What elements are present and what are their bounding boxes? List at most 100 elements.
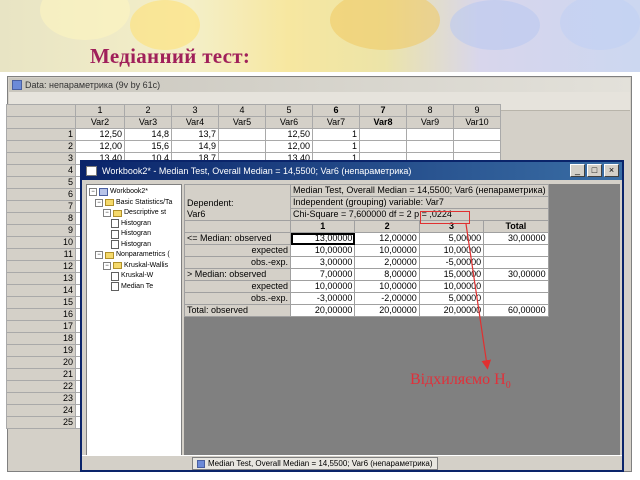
result-cell[interactable]: 8,00000 bbox=[354, 268, 420, 281]
grid-col-name[interactable]: Var7 bbox=[312, 116, 360, 129]
result-cell[interactable]: -2,00000 bbox=[354, 292, 420, 305]
result-cell[interactable]: -5,00000 bbox=[418, 256, 485, 269]
minimize-button[interactable]: _ bbox=[570, 164, 585, 177]
grid-row-number[interactable]: 21 bbox=[6, 368, 76, 381]
result-cell[interactable] bbox=[483, 256, 549, 269]
grid-col-number[interactable]: 4 bbox=[218, 104, 266, 117]
result-col-header[interactable]: Total bbox=[483, 220, 549, 233]
grid-col-name[interactable]: Var10 bbox=[453, 116, 501, 129]
grid-row-number[interactable]: 24 bbox=[6, 404, 76, 417]
median-test-tab[interactable]: Median Test, Overall Median = 14,5500; V… bbox=[192, 457, 438, 470]
grid-row-number[interactable]: 18 bbox=[6, 332, 76, 345]
tree-item[interactable]: − Basic Statistics/Ta bbox=[95, 198, 172, 208]
result-cell[interactable]: 20,00000 bbox=[289, 304, 356, 317]
grid-row-number[interactable]: 23 bbox=[6, 392, 76, 405]
expand-icon[interactable]: − bbox=[95, 251, 103, 259]
result-row-label[interactable]: expected bbox=[184, 280, 291, 293]
grid-cell[interactable]: 12,00 bbox=[265, 140, 313, 153]
grid-row-number[interactable]: 5 bbox=[6, 176, 76, 189]
tree-item[interactable]: Kruskal-W bbox=[111, 271, 153, 281]
expand-icon[interactable]: − bbox=[103, 261, 111, 270]
result-row-label[interactable]: > Median: observed bbox=[184, 268, 291, 281]
maximize-button[interactable]: □ bbox=[587, 164, 602, 177]
grid-cell[interactable]: 13,7 bbox=[171, 128, 219, 141]
grid-cell[interactable] bbox=[218, 128, 266, 141]
close-button[interactable]: × bbox=[604, 164, 619, 177]
grid-row-number[interactable]: 11 bbox=[6, 248, 76, 261]
result-cell[interactable]: 10,00000 bbox=[354, 244, 420, 257]
result-cell[interactable] bbox=[483, 244, 549, 257]
grid-cell[interactable] bbox=[359, 140, 407, 153]
tree-item[interactable]: Histogran bbox=[111, 240, 151, 250]
result-cell[interactable]: 13,00000 bbox=[289, 232, 356, 245]
result-cell[interactable]: 10,00000 bbox=[289, 280, 356, 293]
grid-row-number[interactable]: 8 bbox=[6, 212, 76, 225]
grid-col-number[interactable]: 1 bbox=[75, 104, 125, 117]
grid-col-name[interactable]: Var4 bbox=[171, 116, 219, 129]
grid-cell[interactable]: 1 bbox=[312, 128, 360, 141]
result-cell[interactable]: 10,00000 bbox=[418, 244, 485, 257]
grid-col-name[interactable]: Var6 bbox=[265, 116, 313, 129]
result-cell[interactable]: 30,00000 bbox=[483, 232, 549, 245]
grid-row-number[interactable]: 3 bbox=[6, 152, 76, 165]
grid-row-number[interactable]: 2 bbox=[6, 140, 76, 153]
grid-cell[interactable]: 14,8 bbox=[124, 128, 172, 141]
tree-item[interactable]: − Kruskal-Wallis bbox=[103, 261, 168, 271]
tree-item[interactable]: − Nonparametrics ( bbox=[95, 250, 170, 260]
grid-row-number[interactable]: 9 bbox=[6, 224, 76, 237]
grid-row-number[interactable]: 22 bbox=[6, 380, 76, 393]
grid-col-number[interactable]: 3 bbox=[171, 104, 219, 117]
grid-cell[interactable]: 12,00 bbox=[75, 140, 125, 153]
result-row-label[interactable]: <= Median: observed bbox=[184, 232, 291, 245]
result-cell[interactable]: 2,00000 bbox=[354, 256, 420, 269]
result-cell[interactable] bbox=[483, 292, 549, 305]
result-cell[interactable]: 7,00000 bbox=[289, 268, 356, 281]
grid-row-number[interactable]: 14 bbox=[6, 284, 76, 297]
grid-col-number[interactable]: 7 bbox=[359, 104, 407, 117]
grid-row-number[interactable]: 1 bbox=[6, 128, 76, 141]
result-row-label[interactable]: obs.-exp. bbox=[184, 256, 291, 269]
grid-row-number[interactable]: 6 bbox=[6, 188, 76, 201]
grid-cell[interactable]: 1 bbox=[312, 140, 360, 153]
grid-cell[interactable]: 12,50 bbox=[265, 128, 313, 141]
grid-col-name[interactable]: Var9 bbox=[406, 116, 454, 129]
grid-row-number[interactable]: 19 bbox=[6, 344, 76, 357]
result-col-header[interactable]: 1 bbox=[289, 220, 356, 233]
grid-row-number[interactable]: 7 bbox=[6, 200, 76, 213]
grid-cell[interactable] bbox=[359, 128, 407, 141]
result-cell[interactable]: 30,00000 bbox=[483, 268, 549, 281]
result-row-label[interactable]: Total: observed bbox=[184, 304, 291, 317]
tree-item[interactable]: Median Te bbox=[111, 282, 153, 292]
expand-icon[interactable]: − bbox=[89, 188, 97, 196]
grid-col-number[interactable]: 9 bbox=[453, 104, 501, 117]
grid-col-number[interactable]: 8 bbox=[406, 104, 454, 117]
grid-cell[interactable]: 14,9 bbox=[171, 140, 219, 153]
result-col-header[interactable]: 2 bbox=[354, 220, 420, 233]
tree-item[interactable]: Histogran bbox=[111, 229, 151, 239]
result-cell[interactable]: 5,00000 bbox=[418, 292, 485, 305]
grid-row-number[interactable]: 12 bbox=[6, 260, 76, 273]
expand-icon[interactable]: − bbox=[95, 198, 103, 207]
result-cell[interactable]: 20,00000 bbox=[418, 304, 485, 317]
grid-row-number[interactable]: 15 bbox=[6, 296, 76, 309]
grid-col-name[interactable]: Var5 bbox=[218, 116, 266, 129]
grid-cell[interactable] bbox=[406, 128, 454, 141]
grid-col-number[interactable]: 5 bbox=[265, 104, 313, 117]
result-cell[interactable]: 20,00000 bbox=[354, 304, 420, 317]
grid-row-number[interactable]: 13 bbox=[6, 272, 76, 285]
grid-cell[interactable] bbox=[218, 140, 266, 153]
grid-row-number[interactable]: 17 bbox=[6, 320, 76, 333]
grid-col-name[interactable]: Var3 bbox=[124, 116, 172, 129]
result-cell[interactable]: -3,00000 bbox=[289, 292, 356, 305]
grid-row-number[interactable]: 20 bbox=[6, 356, 76, 369]
result-cell[interactable]: 10,00000 bbox=[354, 280, 420, 293]
grid-row-number[interactable]: 25 bbox=[6, 416, 76, 429]
tree-item[interactable]: Histogran bbox=[111, 219, 151, 229]
result-cell[interactable]: 12,00000 bbox=[354, 232, 420, 245]
grid-row-number[interactable]: 4 bbox=[6, 164, 76, 177]
grid-col-name[interactable]: Var2 bbox=[75, 116, 125, 129]
data-window-titlebar[interactable]: Data: непараметрика (9v by 61c) bbox=[9, 78, 630, 92]
tree-item[interactable]: − Workbook2* bbox=[89, 187, 148, 197]
expand-icon[interactable]: − bbox=[103, 209, 111, 217]
grid-cell[interactable] bbox=[453, 128, 501, 141]
